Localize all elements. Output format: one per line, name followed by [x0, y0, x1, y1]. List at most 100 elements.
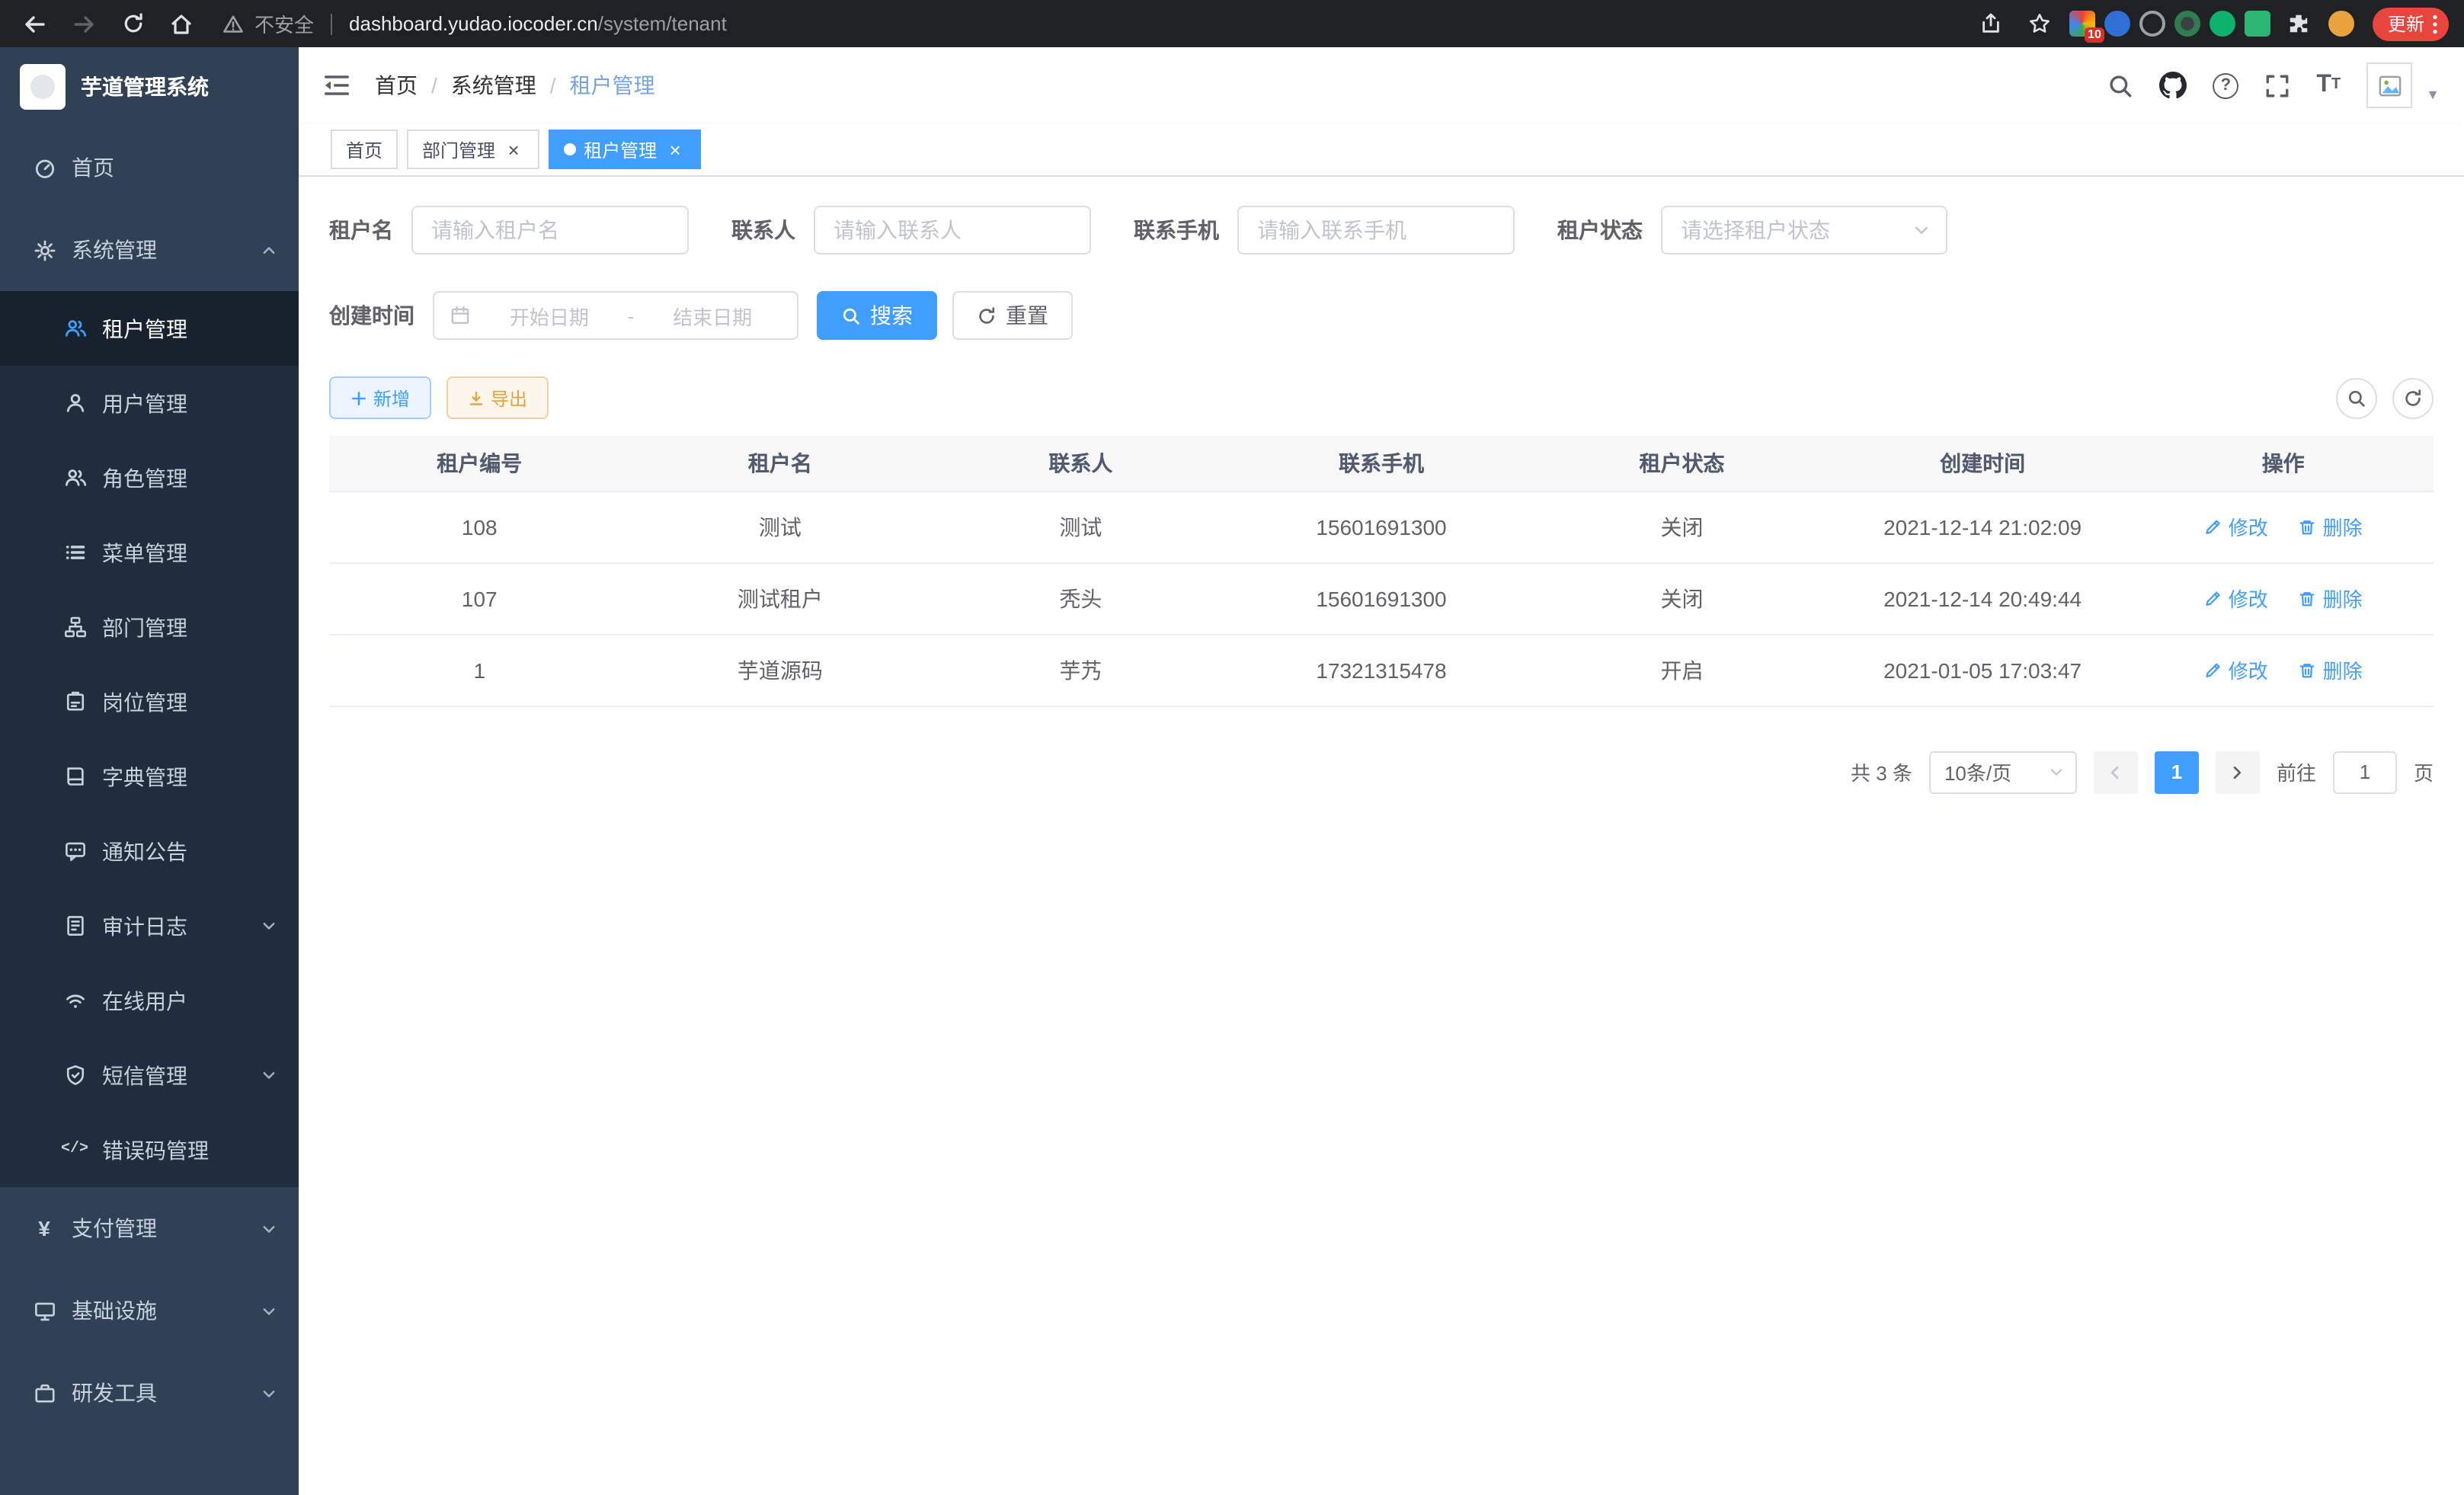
logo-image: [20, 64, 66, 110]
back-icon[interactable]: [15, 4, 55, 43]
sidebar-item-online-users[interactable]: 在线用户: [0, 963, 299, 1038]
delete-button[interactable]: 删除: [2299, 512, 2363, 541]
signal-icon: [62, 989, 87, 1012]
edit-button[interactable]: 修改: [2204, 655, 2268, 684]
tab-label: 部门管理: [422, 136, 495, 162]
tab-dept[interactable]: 部门管理 ×: [407, 130, 539, 169]
sidebar-item-error-code[interactable]: </> 错误码管理: [0, 1112, 299, 1187]
chevron-left-icon: [2107, 763, 2125, 781]
extension-icon-5[interactable]: [2210, 11, 2235, 37]
close-icon[interactable]: ×: [664, 139, 686, 160]
sidebar-item-infrastructure[interactable]: 基础设施: [0, 1269, 299, 1352]
breadcrumb-system[interactable]: 系统管理: [451, 70, 536, 101]
sidebar-item-post[interactable]: 岗位管理: [0, 664, 299, 739]
app-logo[interactable]: 芋道管理系统: [0, 47, 299, 126]
sidebar-item-payment[interactable]: ¥ 支付管理: [0, 1187, 299, 1269]
forward-icon[interactable]: [64, 4, 104, 43]
delete-button[interactable]: 删除: [2299, 584, 2363, 613]
toggle-search-button[interactable]: [2336, 377, 2377, 418]
extension-icon-6[interactable]: [2245, 11, 2270, 37]
breadcrumb: 首页 / 系统管理 / 租户管理: [375, 70, 655, 101]
download-icon: [468, 389, 485, 406]
edit-pencil-icon: [2204, 517, 2222, 536]
sidebar-item-home[interactable]: 首页: [0, 126, 299, 209]
sidebar-item-dict[interactable]: 字典管理: [0, 739, 299, 814]
chevron-down-icon: [261, 1385, 277, 1401]
bookmark-star-icon[interactable]: [2021, 4, 2060, 43]
sidebar-item-label: 部门管理: [102, 612, 187, 642]
cell-status: 关闭: [1531, 562, 1832, 634]
reset-button-label: 重置: [1006, 300, 1048, 331]
filter-label: 联系人: [731, 215, 814, 245]
add-button[interactable]: 新增: [329, 376, 431, 419]
sidebar-item-role[interactable]: 角色管理: [0, 440, 299, 515]
breadcrumb-home[interactable]: 首页: [375, 70, 418, 101]
sidebar-item-dev-tools[interactable]: 研发工具: [0, 1352, 299, 1434]
filter-label: 租户名: [329, 215, 411, 245]
pagination: 共 3 条 10条/页 1 前往 页: [329, 751, 2434, 793]
filter-label: 创建时间: [329, 300, 433, 331]
refresh-table-button[interactable]: [2392, 377, 2434, 418]
next-page-button[interactable]: [2216, 751, 2260, 793]
help-icon[interactable]: ?: [2213, 72, 2238, 98]
breadcrumb-current: 租户管理: [570, 70, 655, 101]
sidebar-item-label: 首页: [72, 152, 114, 183]
extension-icon-2[interactable]: [2104, 11, 2130, 37]
extensions-puzzle-icon[interactable]: [2280, 4, 2319, 43]
cell-tenant-name: 测试: [630, 491, 931, 562]
search-icon: [2347, 388, 2366, 408]
caret-down-icon[interactable]: ▼: [2426, 87, 2440, 108]
goto-page-input[interactable]: [2333, 751, 2397, 793]
page-size-value: 10条/页: [1944, 757, 2011, 786]
sidebar-item-sms[interactable]: 短信管理: [0, 1038, 299, 1112]
search-button[interactable]: 搜索: [817, 291, 937, 340]
edit-label: 修改: [2229, 512, 2268, 541]
address-bar[interactable]: 不安全 dashboard.yudao.iocoder.cn/system/te…: [222, 9, 727, 38]
extension-icon-4[interactable]: [2174, 11, 2200, 37]
url-separator: [331, 13, 332, 34]
status-select[interactable]: 请选择租户状态: [1661, 206, 1947, 255]
page-size-select[interactable]: 10条/页: [1929, 751, 2077, 793]
sidebar-item-audit-log[interactable]: 审计日志: [0, 888, 299, 963]
contact-input[interactable]: [814, 206, 1091, 255]
sidebar-item-dept[interactable]: 部门管理: [0, 590, 299, 664]
sidebar-item-system[interactable]: 系统管理: [0, 209, 299, 291]
extension-icon-3[interactable]: [2139, 11, 2165, 37]
cell-status: 开启: [1531, 634, 1832, 706]
sidebar-item-tenant[interactable]: 租户管理: [0, 291, 299, 366]
fullscreen-icon[interactable]: [2264, 72, 2290, 98]
org-tree-icon: [62, 616, 87, 639]
avatar[interactable]: [2366, 62, 2412, 108]
prev-page-button[interactable]: [2094, 751, 2138, 793]
edit-label: 修改: [2229, 655, 2268, 684]
extension-icon-1[interactable]: 10: [2069, 11, 2095, 37]
browser-update-button[interactable]: 更新: [2373, 7, 2449, 40]
search-icon[interactable]: [2107, 72, 2133, 98]
browser-profile-avatar[interactable]: [2328, 11, 2354, 37]
date-range-picker[interactable]: 开始日期 - 结束日期: [433, 291, 798, 340]
delete-label: 删除: [2323, 584, 2363, 613]
github-icon[interactable]: [2159, 72, 2187, 99]
reset-button[interactable]: 重置: [952, 291, 1073, 340]
chevron-down-icon: [1912, 221, 1931, 239]
reload-icon[interactable]: [113, 4, 152, 43]
edit-button[interactable]: 修改: [2204, 512, 2268, 541]
tab-tenant[interactable]: 租户管理 ×: [549, 130, 701, 169]
sidebar-item-label: 短信管理: [102, 1060, 187, 1090]
filter-contact: 联系人: [731, 206, 1091, 255]
tab-home[interactable]: 首页: [331, 130, 398, 169]
sidebar-collapse-icon[interactable]: [323, 72, 350, 99]
page-1-button[interactable]: 1: [2155, 751, 2199, 793]
sidebar-item-user[interactable]: 用户管理: [0, 366, 299, 440]
edit-button[interactable]: 修改: [2204, 584, 2268, 613]
delete-button[interactable]: 删除: [2299, 655, 2363, 684]
sidebar-item-menu[interactable]: 菜单管理: [0, 515, 299, 590]
sidebar-item-notice[interactable]: 通知公告: [0, 814, 299, 888]
share-icon[interactable]: [1972, 4, 2011, 43]
home-icon[interactable]: [162, 4, 201, 43]
phone-input[interactable]: [1237, 206, 1515, 255]
tenant-name-input[interactable]: [411, 206, 689, 255]
font-size-icon[interactable]: TT: [2316, 73, 2341, 98]
export-button[interactable]: 导出: [446, 376, 549, 419]
close-icon[interactable]: ×: [503, 139, 524, 160]
